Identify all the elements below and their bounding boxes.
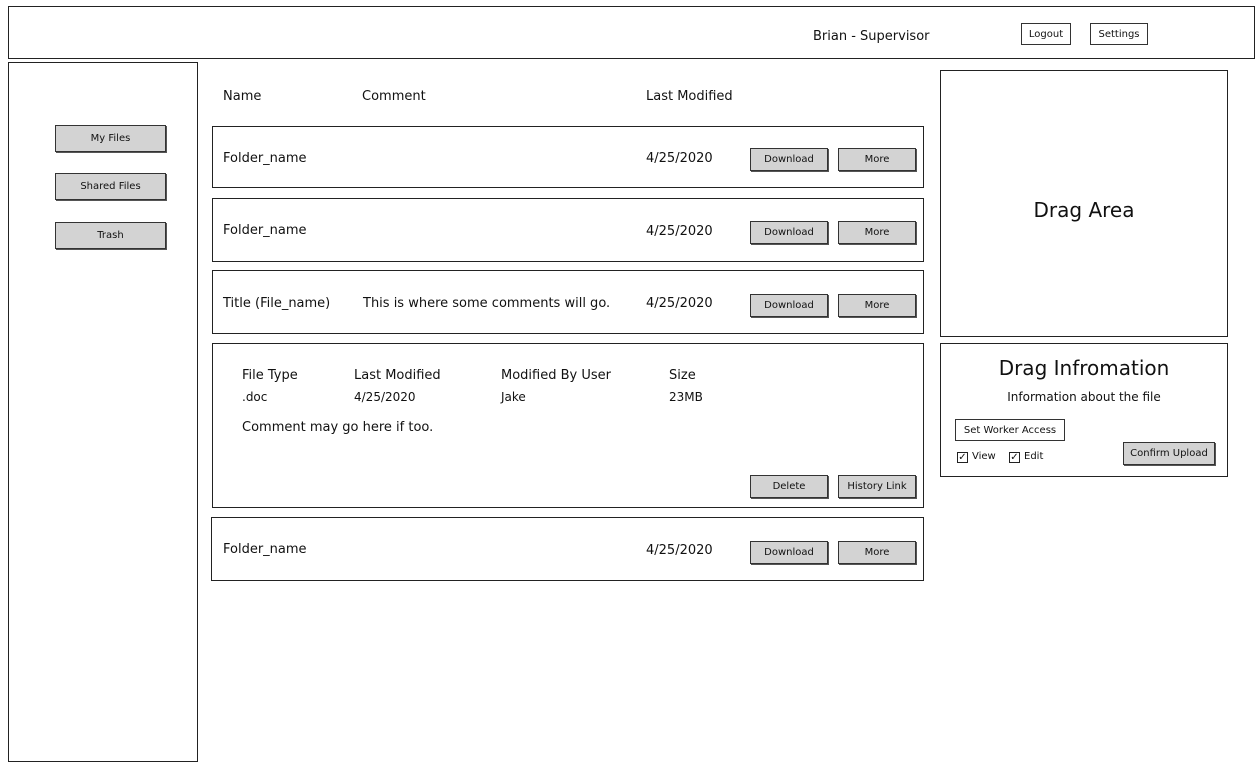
more-button[interactable]: More [838,294,916,317]
more-button[interactable]: More [838,541,916,564]
history-link-button[interactable]: History Link [838,475,916,498]
sidebar: My Files Shared Files Trash [8,62,198,762]
sidebar-item-shared-files[interactable]: Shared Files [55,173,166,200]
header-bar: Brian - Supervisor Logout Settings [8,6,1255,59]
file-row-name: Folder_name [223,151,307,166]
file-row-date: 4/25/2020 [646,296,713,311]
view-label: View [972,451,996,462]
column-header-comment: Comment [362,89,426,104]
drag-area-title: Drag Area [1033,198,1135,222]
download-button[interactable]: Download [750,541,828,564]
file-row-date: 4/25/2020 [646,543,713,558]
download-button[interactable]: Download [750,148,828,171]
download-button[interactable]: Download [750,294,828,317]
logout-button[interactable]: Logout [1021,23,1071,45]
file-details-panel: File Type Last Modified Modified By User… [212,343,924,508]
details-last-modified: 4/25/2020 [354,390,416,404]
details-size: 23MB [669,390,703,404]
set-worker-access-button[interactable]: Set Worker Access [955,419,1065,441]
column-header-last-modified: Last Modified [646,89,733,104]
file-row-comment: This is where some comments will go. [363,296,611,311]
view-checkbox[interactable]: ✓ [957,452,968,463]
edit-checkbox[interactable]: ✓ [1009,452,1020,463]
details-file-type: .doc [242,390,268,404]
drag-area[interactable]: Drag Area [940,70,1228,337]
settings-button[interactable]: Settings [1090,23,1148,45]
drag-info-title: Drag Infromation [998,356,1170,380]
file-row-date: 4/25/2020 [646,224,713,239]
details-header-size: Size [669,368,696,383]
file-row-date: 4/25/2020 [646,151,713,166]
file-row[interactable]: Folder_name 4/25/2020 Download More [212,198,924,262]
drag-info-subtitle: Information about the file [1007,390,1161,404]
file-row-name: Title (File_name) [223,296,331,311]
user-label: Brian - Supervisor [813,29,930,44]
delete-button[interactable]: Delete [750,475,828,498]
edit-label: Edit [1024,451,1044,462]
file-row-name: Folder_name [223,542,307,557]
details-header-file-type: File Type [242,368,298,383]
file-row[interactable]: Folder_name 4/25/2020 Download More [212,126,924,188]
file-row[interactable]: Folder_name 4/25/2020 Download More [211,517,924,581]
sidebar-item-my-files[interactable]: My Files [55,125,166,152]
details-comment: Comment may go here if too. [242,420,434,435]
details-header-modified-by: Modified By User [501,368,611,383]
more-button[interactable]: More [838,221,916,244]
file-row-name: Folder_name [223,223,307,238]
column-header-name: Name [223,89,262,104]
details-modified-by: Jake [501,390,526,404]
drag-info-panel: Drag Infromation Information about the f… [940,343,1228,477]
details-header-last-modified: Last Modified [354,368,441,383]
sidebar-item-trash[interactable]: Trash [55,222,166,249]
confirm-upload-button[interactable]: Confirm Upload [1123,442,1215,465]
download-button[interactable]: Download [750,221,828,244]
more-button[interactable]: More [838,148,916,171]
file-row[interactable]: Title (File_name) This is where some com… [212,270,924,334]
